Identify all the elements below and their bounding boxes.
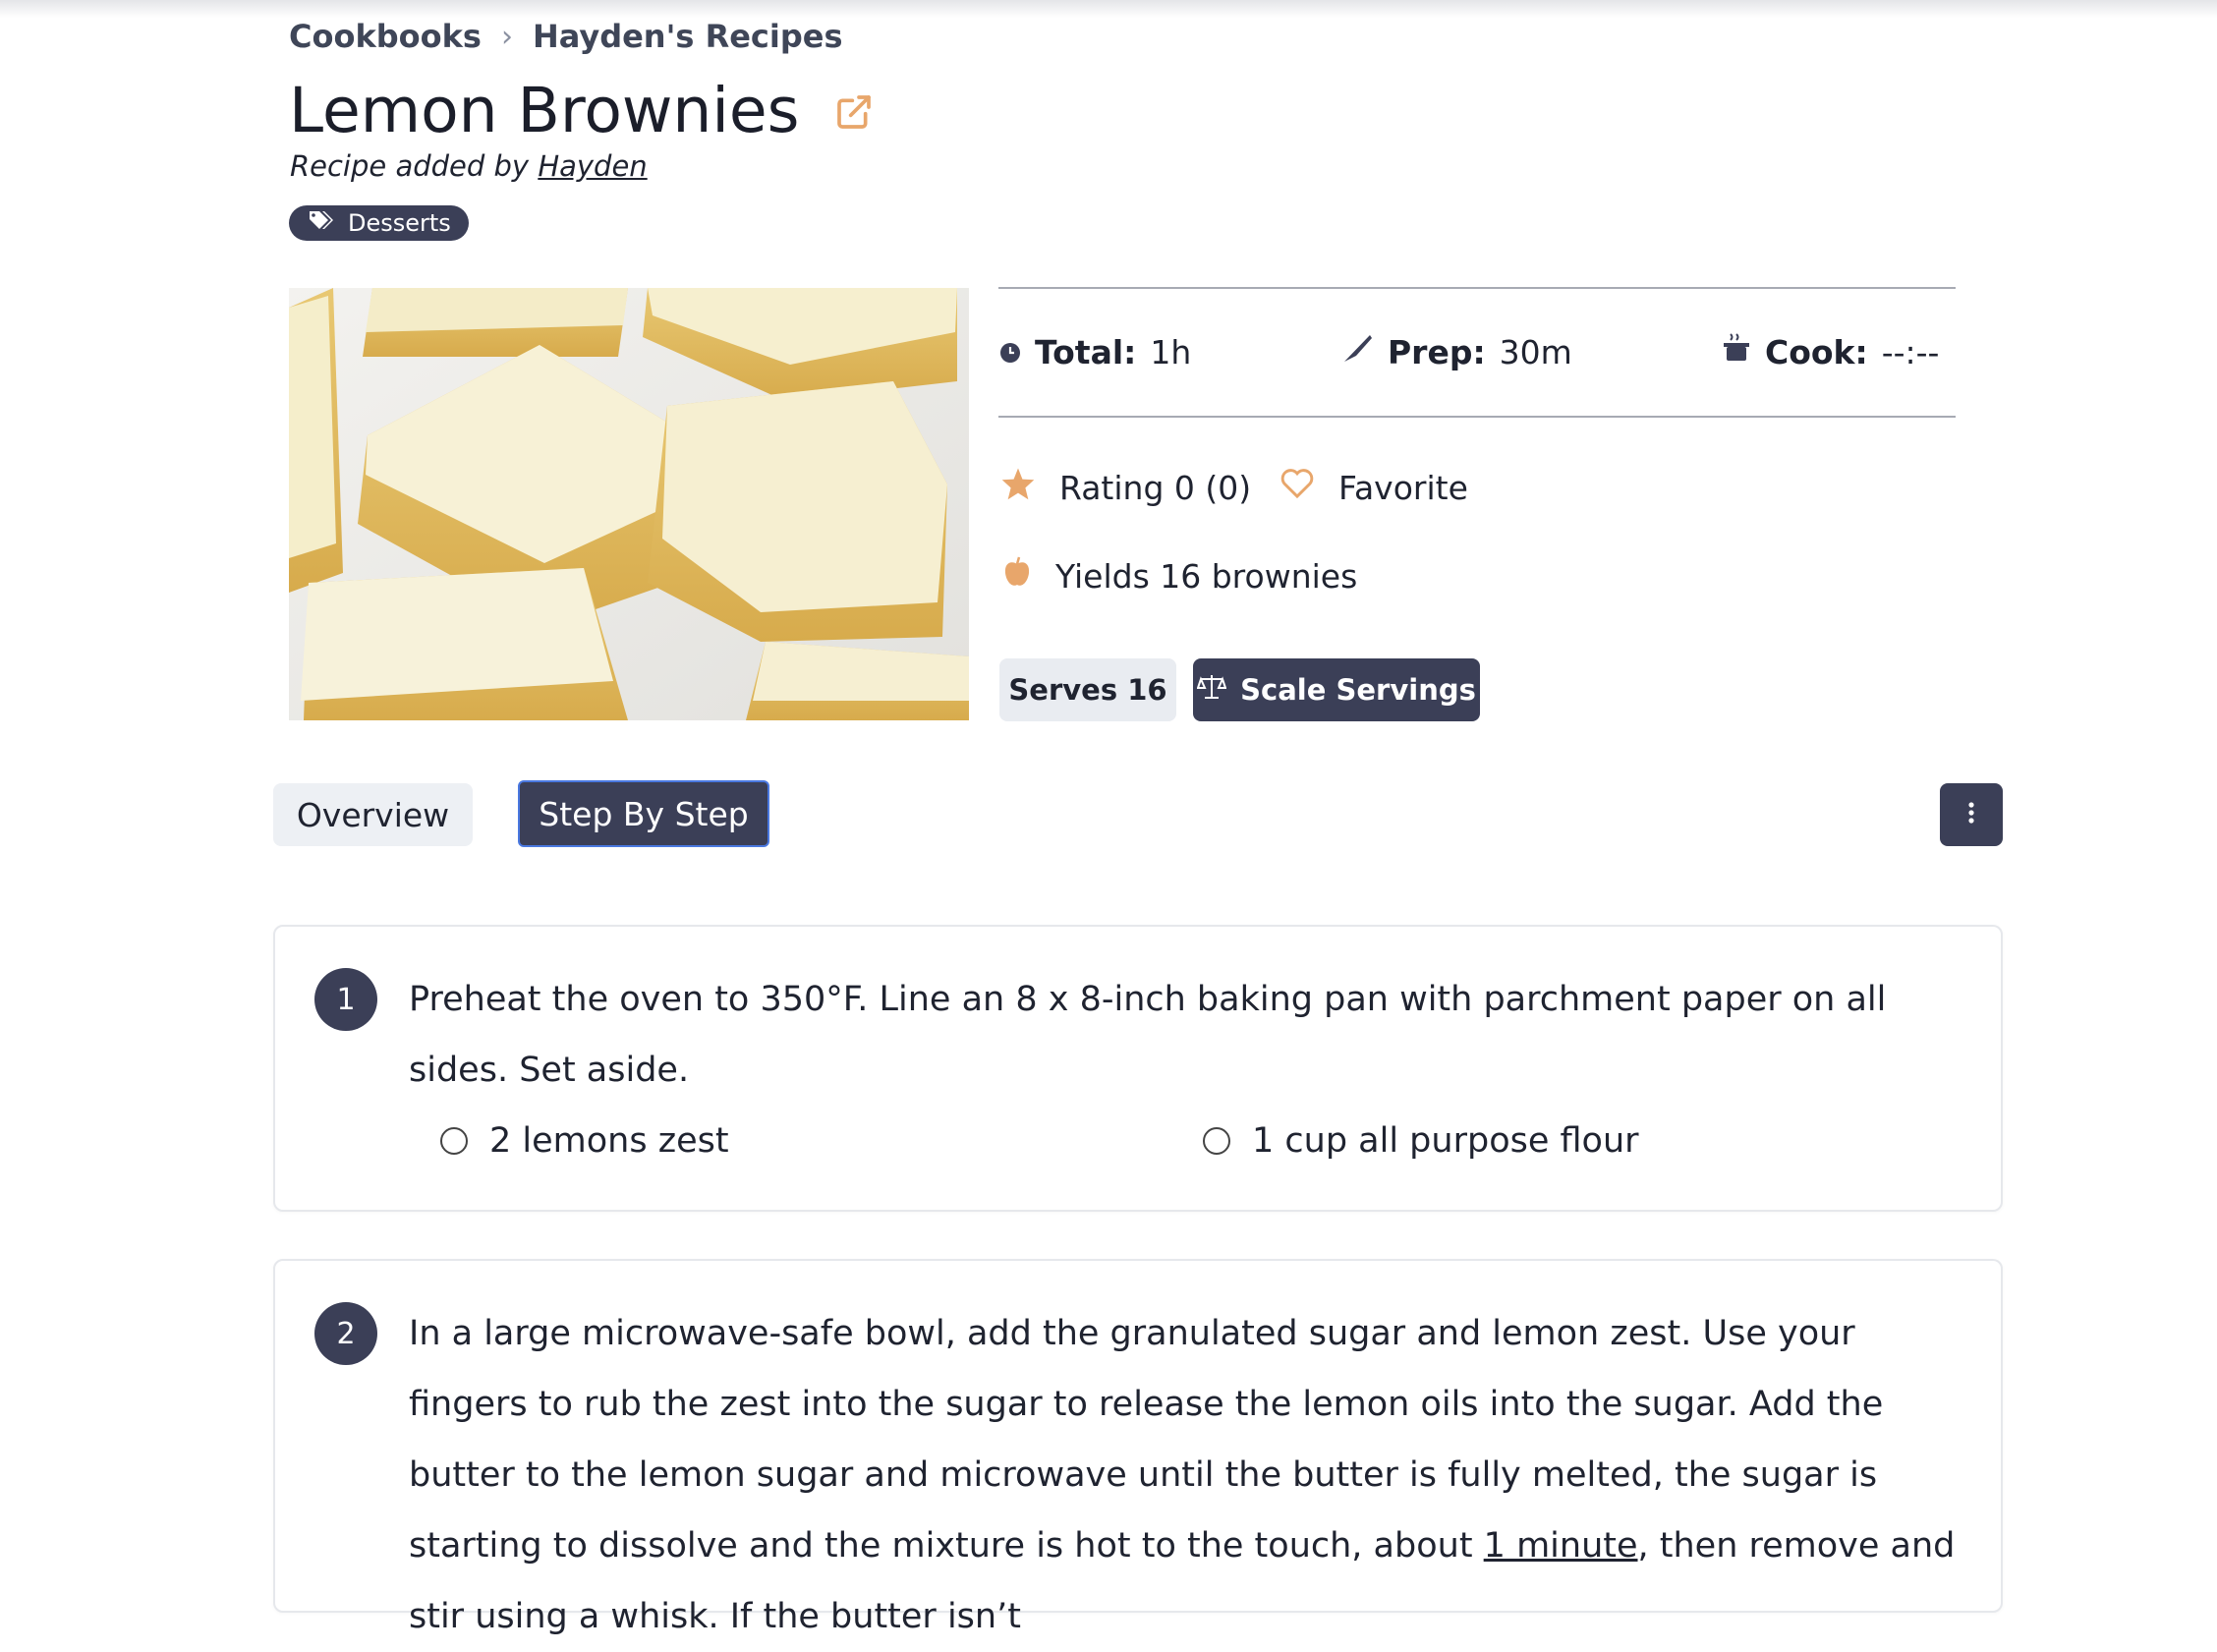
page-title: Lemon Brownies <box>289 75 800 146</box>
recipe-added-by: Recipe added by Hayden <box>290 149 648 183</box>
tab-overview[interactable]: Overview <box>273 783 473 846</box>
step-number: 1 <box>314 968 377 1031</box>
yields: Yields 16 brownies <box>1002 552 1357 599</box>
times-bottom-divider <box>998 416 1956 418</box>
kebab-menu-icon <box>1967 801 1975 828</box>
ingredient-check-item[interactable]: 2 lemons zest <box>440 1121 729 1161</box>
scale-icon <box>1196 673 1227 708</box>
total-value: 1h <box>1150 332 1192 371</box>
total-label: Total: <box>1035 332 1137 371</box>
prep-label: Prep: <box>1388 332 1486 371</box>
breadcrumb: Cookbooks › Hayden's Recipes <box>289 18 843 55</box>
star-icon[interactable] <box>1000 467 1036 508</box>
total-time: Total: 1h <box>999 326 1191 377</box>
tag-label: Desserts <box>348 209 451 237</box>
recipe-image <box>289 288 969 720</box>
added-by-prefix: Recipe added by <box>290 149 530 183</box>
favorite-label: Favorite <box>1338 468 1468 507</box>
scale-servings-button[interactable]: Scale Servings <box>1193 658 1480 721</box>
ingredient-label: 1 cup all purpose flour <box>1252 1121 1639 1161</box>
rating-label: Rating 0 (0) <box>1059 468 1252 507</box>
prep-value: 30m <box>1499 332 1572 371</box>
breadcrumb-current[interactable]: Hayden's Recipes <box>533 18 843 55</box>
ingredient-check-item[interactable]: 1 cup all purpose flour <box>1203 1121 1639 1161</box>
scale-servings-label: Scale Servings <box>1240 673 1476 707</box>
tags-icon <box>309 209 336 237</box>
category-tag[interactable]: Desserts <box>289 205 469 241</box>
cook-label: Cook: <box>1765 332 1868 371</box>
top-shadow <box>0 0 2217 18</box>
more-options-button[interactable] <box>1940 783 2003 846</box>
favorite-button[interactable]: Favorite <box>1279 464 1468 511</box>
ingredient-checkbox[interactable] <box>1203 1127 1230 1155</box>
rating[interactable]: Rating 0 (0) <box>1000 464 1251 511</box>
step-card-1: 1 Preheat the oven to 350°F. Line an 8 x… <box>273 925 2003 1212</box>
step-number: 2 <box>314 1302 377 1365</box>
tab-step-by-step[interactable]: Step By Step <box>518 780 769 847</box>
cook-time: Cook: --:-- <box>1722 326 1939 377</box>
step-card-2: 2 In a large microwave-safe bowl, add th… <box>273 1259 2003 1636</box>
step-text: Preheat the oven to 350°F. Line an 8 x 8… <box>409 980 1887 1090</box>
pot-icon <box>1722 332 1751 371</box>
external-link-icon[interactable] <box>834 75 874 146</box>
ingredient-label: 2 lemons zest <box>489 1121 729 1161</box>
times-top-divider <box>998 287 1956 289</box>
step-text: In a large microwave-safe bowl, add the … <box>409 1298 1961 1652</box>
knife-icon <box>1342 332 1374 371</box>
yields-label: Yields 16 brownies <box>1055 556 1358 596</box>
added-by-user-link[interactable]: Hayden <box>538 149 647 183</box>
breadcrumb-separator: › <box>500 19 513 54</box>
clock-icon <box>999 333 1021 371</box>
apple-icon <box>1002 555 1032 597</box>
timer-link[interactable]: 1 minute <box>1484 1526 1638 1566</box>
serves-button[interactable]: Serves 16 <box>999 658 1176 721</box>
heart-icon[interactable] <box>1279 468 1315 507</box>
recipe-header: Lemon Brownies <box>289 75 874 146</box>
breadcrumb-cookbooks[interactable]: Cookbooks <box>289 18 482 55</box>
prep-time: Prep: 30m <box>1342 326 1572 377</box>
ingredient-checkbox[interactable] <box>440 1127 468 1155</box>
cook-value: --:-- <box>1881 332 1940 371</box>
